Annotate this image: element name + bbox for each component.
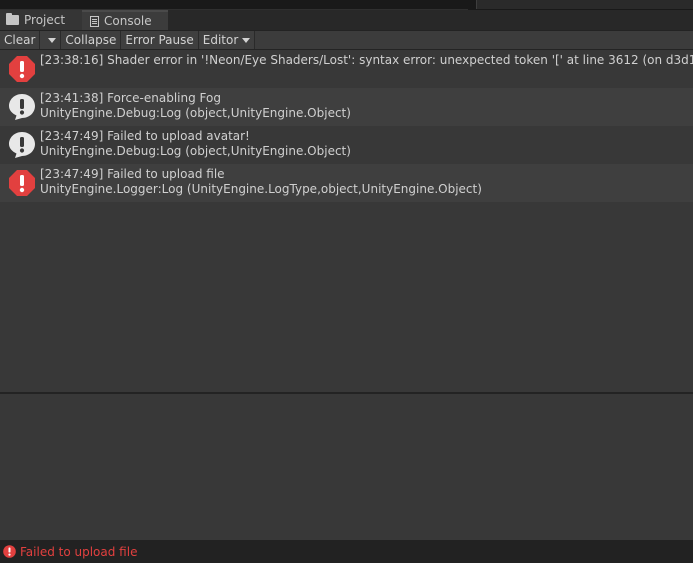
status-bar[interactable]: Failed to upload file <box>0 540 693 563</box>
log-entry-text: [23:38:16] Shader error in '!Neon/Eye Sh… <box>40 53 693 68</box>
tab-project-label: Project <box>24 13 66 27</box>
log-entry-stack: UnityEngine.Logger:Log (UnityEngine.LogT… <box>40 182 482 196</box>
error-pause-toggle[interactable]: Error Pause <box>121 31 199 49</box>
log-entry-stack: UnityEngine.Debug:Log (object,UnityEngin… <box>40 106 351 120</box>
tab-console[interactable]: Console <box>82 10 168 30</box>
chevron-down-icon <box>48 37 57 43</box>
console-log-list[interactable]: [23:38:16] Shader error in '!Neon/Eye Sh… <box>0 50 693 392</box>
log-entry[interactable]: [23:47:49] Failed to upload file UnityEn… <box>0 164 693 202</box>
clear-button-label: Clear <box>4 33 36 47</box>
log-entry-stack: UnityEngine.Debug:Log (object,UnityEngin… <box>40 144 351 158</box>
clear-options-dropdown[interactable] <box>40 31 62 49</box>
error-stop-icon <box>9 170 35 196</box>
error-pause-toggle-label: Error Pause <box>125 33 194 47</box>
info-speech-icon <box>9 132 35 158</box>
error-icon <box>3 545 16 558</box>
tab-console-label: Console <box>104 14 152 28</box>
clear-button[interactable]: Clear <box>0 31 41 49</box>
console-toolbar: Clear Collapse Error Pause Editor <box>0 31 693 50</box>
editor-dropdown[interactable]: Editor <box>198 31 256 49</box>
log-entry-message: [23:38:16] Shader error in '!Neon/Eye Sh… <box>40 53 693 67</box>
console-icon <box>90 15 99 27</box>
upper-panel-border <box>0 0 468 10</box>
log-entry[interactable]: [23:38:16] Shader error in '!Neon/Eye Sh… <box>0 50 693 88</box>
log-entry[interactable]: [23:47:49] Failed to upload avatar! Unit… <box>0 126 693 164</box>
editor-dropdown-label: Editor <box>202 33 239 47</box>
folder-icon <box>6 13 19 25</box>
log-entry-text: [23:47:49] Failed to upload file UnityEn… <box>40 167 482 197</box>
tab-bar: Project Console <box>0 10 693 31</box>
log-entry-text: [23:41:38] Force-enabling Fog UnityEngin… <box>40 91 351 121</box>
info-speech-icon <box>9 94 35 120</box>
collapse-toggle[interactable]: Collapse <box>61 31 122 49</box>
collapse-toggle-label: Collapse <box>65 33 117 47</box>
log-entry-message: [23:47:49] Failed to upload avatar! <box>40 129 250 143</box>
upper-panel-edge <box>0 0 693 10</box>
status-message: Failed to upload file <box>20 544 138 559</box>
log-entry-message: [23:47:49] Failed to upload file <box>40 167 225 181</box>
chevron-down-icon <box>242 37 251 43</box>
log-entry[interactable]: [23:41:38] Force-enabling Fog UnityEngin… <box>0 88 693 126</box>
log-detail-pane[interactable] <box>0 394 693 540</box>
error-stop-icon <box>9 56 35 82</box>
log-entry-text: [23:47:49] Failed to upload avatar! Unit… <box>40 129 351 159</box>
tab-project[interactable]: Project <box>0 10 82 30</box>
scene-view-edge <box>476 0 693 9</box>
log-entry-message: [23:41:38] Force-enabling Fog <box>40 91 221 105</box>
